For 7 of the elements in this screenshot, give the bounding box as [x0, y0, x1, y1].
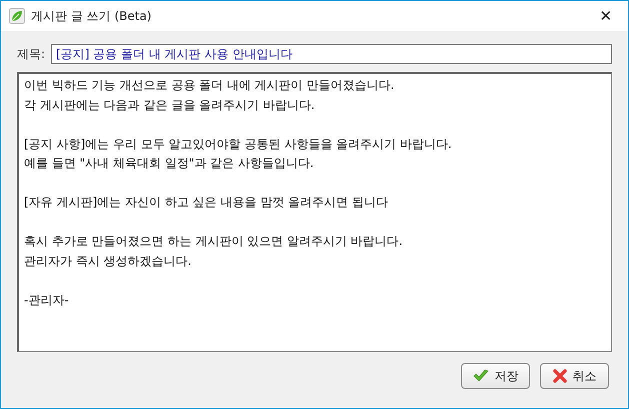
subject-label: 제목: — [17, 46, 46, 62]
cancel-button[interactable]: 취소 — [540, 363, 609, 389]
save-button[interactable]: 저장 — [461, 363, 530, 389]
subject-field[interactable]: [공지] 공용 폴더 내 게시판 사용 안내입니다 — [51, 44, 612, 64]
close-button[interactable]: ✕ — [584, 1, 628, 31]
window-title: 게시판 글 쓰기 (Beta) — [31, 8, 152, 24]
body-field[interactable]: 이번 빅하드 기능 개선으로 공용 폴더 내에 게시판이 만들어졌습니다. 각 게시판에는 다음과 같은 글을 올려주시기 바랍니다. [공지 사항]에는 우리 모두 알고있어야할 공통된 사항들을 올려주시기 바랍니다. 예를 들면 "사내 체육대회 일정"과 같은 사항들입니다. [자유 게시판]에는 자신이 하고 싶은 내용을 맘껏 올려주시면 됩니다 혹시 추가로 만들어졌으면 하는 게시판이 있으면 알려주시기 바랍니다. 관리자가 즉시 생성하겠습니다. -관리자- — [17, 72, 612, 352]
